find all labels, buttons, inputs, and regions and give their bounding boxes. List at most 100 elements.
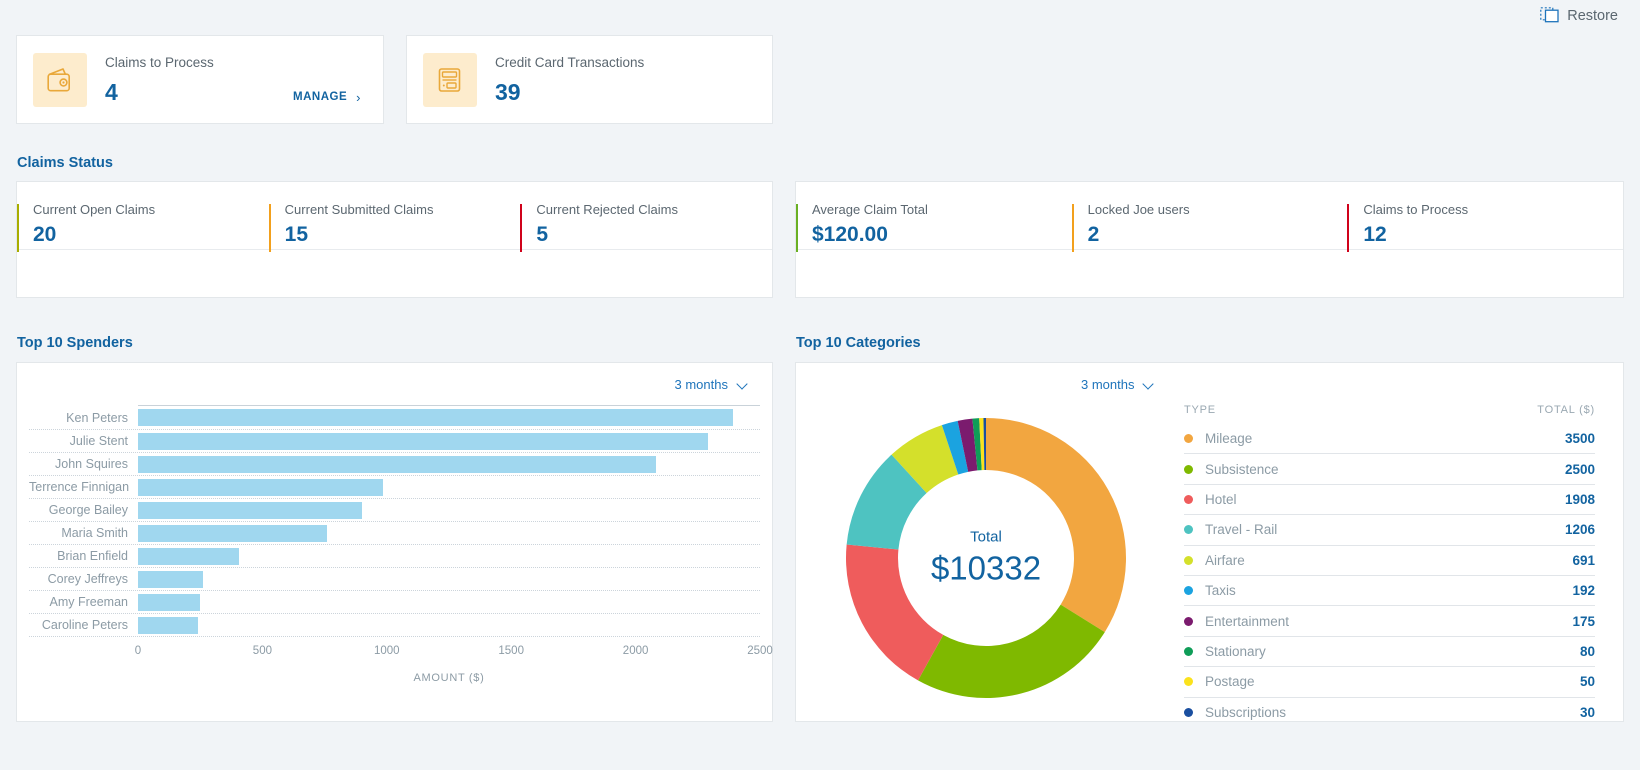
summary-card-label: Credit Card Transactions	[495, 53, 756, 70]
bar-fill[interactable]	[138, 409, 733, 426]
kpi-accent-bar	[1072, 204, 1074, 252]
legend-category-total: 50	[1580, 674, 1595, 689]
kpi-label: Current Open Claims	[33, 202, 269, 217]
x-axis-tick: 2500	[747, 645, 773, 657]
bar-row: John Squires	[29, 452, 760, 475]
bar-row: Brian Enfield	[29, 544, 760, 567]
bar-row: Corey Jeffreys	[29, 567, 760, 590]
chevron-right-icon: ›	[356, 90, 361, 105]
categories-period-value: 3 months	[1081, 377, 1134, 392]
kpi-item-right-1: Locked Joe users2	[1072, 202, 1348, 249]
bar-row: Maria Smith	[29, 521, 760, 544]
donut-slice[interactable]	[918, 605, 1105, 698]
kpi-label: Current Submitted Claims	[285, 202, 521, 217]
spenders-period-select[interactable]: 3 months	[675, 377, 747, 392]
categories-period-select[interactable]: 3 months	[1081, 377, 1153, 392]
legend-color-dot	[1184, 677, 1193, 686]
bar-label: Maria Smith	[29, 526, 138, 540]
legend-color-dot	[1184, 556, 1193, 565]
legend-row[interactable]: Entertainment175	[1184, 605, 1595, 635]
bar-fill[interactable]	[138, 548, 239, 565]
kpi-row: Average Claim Total$120.00Locked Joe use…	[796, 182, 1623, 250]
legend-row[interactable]: Travel - Rail1206	[1184, 514, 1595, 544]
section-title-top-10-categories: Top 10 Categories	[796, 335, 921, 351]
kpi-accent-bar	[796, 204, 798, 252]
kpi-label: Claims to Process	[1363, 202, 1623, 217]
bar-row: Terrence Finnigan	[29, 475, 760, 498]
bar-fill[interactable]	[138, 594, 200, 611]
bar-fill[interactable]	[138, 502, 362, 519]
summary-card-claims-to-process[interactable]: Claims to Process 4 MANAGE ›	[16, 35, 384, 124]
summary-card-credit-card-transactions[interactable]: Credit Card Transactions 39	[406, 35, 773, 124]
kpi-item-left-0: Current Open Claims20	[17, 202, 269, 249]
legend-color-dot	[1184, 708, 1193, 717]
kpi-label: Locked Joe users	[1088, 202, 1348, 217]
legend-color-dot	[1184, 525, 1193, 534]
legend-row[interactable]: Stationary80	[1184, 636, 1595, 666]
legend-category-total: 691	[1572, 553, 1595, 568]
bar-fill[interactable]	[138, 433, 708, 450]
bar-chart: Ken PetersJulie StentJohn SquiresTerrenc…	[29, 405, 760, 684]
legend-rows: Mileage3500Subsistence2500Hotel1908Trave…	[1184, 423, 1595, 727]
kpi-accent-bar	[269, 204, 271, 252]
legend-row[interactable]: Postage50	[1184, 666, 1595, 696]
legend-category-total: 80	[1580, 644, 1595, 659]
x-axis-tick: 1500	[498, 645, 524, 657]
donut-slice[interactable]	[846, 544, 943, 680]
kpi-panel-claims-status-right: Average Claim Total$120.00Locked Joe use…	[795, 181, 1624, 298]
manage-link[interactable]: MANAGE ›	[293, 90, 361, 105]
section-title-top-10-spenders: Top 10 Spenders	[17, 335, 133, 351]
legend-color-dot	[1184, 434, 1193, 443]
wallet-icon	[33, 53, 87, 107]
legend-category-name: Airfare	[1205, 553, 1572, 568]
restore-label: Restore	[1567, 8, 1618, 24]
window-restore-icon	[1540, 7, 1559, 24]
bar-track	[138, 522, 760, 545]
manage-label: MANAGE	[293, 91, 347, 103]
legend-header-total: TOTAL ($)	[1537, 404, 1595, 416]
legend-category-name: Travel - Rail	[1205, 522, 1565, 537]
legend-category-total: 192	[1572, 583, 1595, 598]
legend-row[interactable]: Subscriptions30	[1184, 697, 1595, 727]
legend-category-total: 3500	[1565, 431, 1595, 446]
legend-category-name: Postage	[1205, 674, 1580, 689]
bar-track	[138, 614, 760, 637]
bar-track	[138, 406, 760, 429]
kpi-value: 12	[1363, 223, 1623, 247]
donut-slice[interactable]	[986, 418, 1126, 632]
kpi-accent-bar	[1347, 204, 1349, 252]
kpi-label: Average Claim Total	[812, 202, 1072, 217]
bar-fill[interactable]	[138, 571, 203, 588]
legend-row[interactable]: Hotel1908	[1184, 484, 1595, 514]
legend-color-dot	[1184, 647, 1193, 656]
window-toolbar: Restore	[0, 0, 1640, 31]
bar-fill[interactable]	[138, 456, 656, 473]
kpi-accent-bar	[520, 204, 522, 252]
chevron-down-icon	[1144, 380, 1153, 389]
legend-color-dot	[1184, 495, 1193, 504]
legend-row[interactable]: Airfare691	[1184, 545, 1595, 575]
legend-header-row: TYPE TOTAL ($)	[1184, 397, 1595, 423]
bar-track	[138, 430, 760, 453]
bar-fill[interactable]	[138, 525, 327, 542]
bar-track	[138, 591, 760, 614]
bar-row: Caroline Peters	[29, 613, 760, 636]
legend-row[interactable]: Subsistence2500	[1184, 453, 1595, 483]
restore-button[interactable]: Restore	[1540, 7, 1618, 24]
kpi-item-left-2: Current Rejected Claims5	[520, 202, 772, 249]
legend-header-type: TYPE	[1184, 404, 1537, 416]
bar-fill[interactable]	[138, 617, 198, 634]
bar-fill[interactable]	[138, 479, 383, 496]
bar-label: Julie Stent	[29, 434, 138, 448]
bar-label: George Bailey	[29, 503, 138, 517]
legend-category-name: Stationary	[1205, 644, 1580, 659]
legend-row[interactable]: Mileage3500	[1184, 423, 1595, 453]
bar-rows: Ken PetersJulie StentJohn SquiresTerrenc…	[29, 406, 760, 637]
categories-body: Total $10332 TYPE TOTAL ($) Mileage3500S…	[796, 397, 1623, 719]
legend-row[interactable]: Taxis192	[1184, 575, 1595, 605]
legend-category-total: 2500	[1565, 462, 1595, 477]
summary-card-body: Credit Card Transactions 39	[477, 53, 756, 107]
kpi-label: Current Rejected Claims	[536, 202, 772, 217]
bar-track	[138, 545, 760, 568]
legend-category-name: Entertainment	[1205, 614, 1572, 629]
